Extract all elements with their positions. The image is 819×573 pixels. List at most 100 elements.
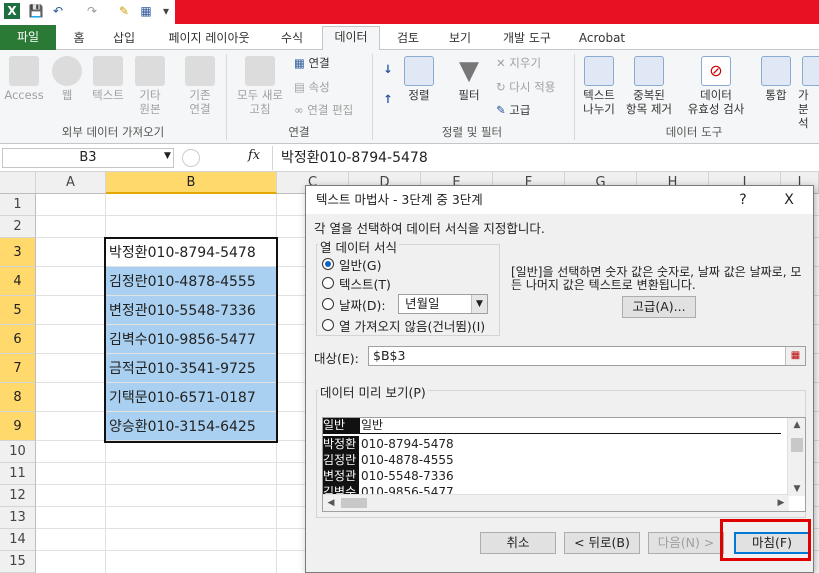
scroll-up-icon[interactable]: ▲ [789, 420, 805, 430]
text-import-button[interactable]: 텍스트 [88, 56, 128, 102]
filter-button[interactable]: ▼ 필터 [450, 56, 488, 102]
destination-input[interactable]: $B$3 ▦ [368, 346, 806, 366]
remove-duplicates-button[interactable]: 중복된 항목 제거 [622, 56, 676, 116]
row-header[interactable]: 1 [0, 194, 36, 216]
cancel-button[interactable]: 취소 [480, 532, 556, 554]
reapply-button[interactable]: ↻ 다시 적용 [496, 80, 555, 94]
range-picker-icon[interactable]: ▦ [785, 347, 805, 365]
properties-button[interactable]: ▤ 속성 [294, 80, 330, 94]
row-header[interactable]: 13 [0, 507, 36, 529]
radio-date-dot[interactable] [322, 298, 334, 310]
tab-review[interactable]: 검토 [388, 28, 428, 50]
row-header[interactable]: 2 [0, 216, 36, 238]
tab-page-layout[interactable]: 페이지 레이아웃 [154, 28, 264, 50]
row-header[interactable]: 10 [0, 441, 36, 463]
preview-column-header[interactable]: 일반 [361, 418, 383, 433]
sort-button[interactable]: 정렬 [402, 56, 436, 102]
tab-acrobat[interactable]: Acrobat [574, 28, 630, 50]
radio-skip[interactable]: 열 가져오지 않음(건너뜀)(I) [322, 316, 485, 334]
preview-column-header[interactable]: 일반 [323, 418, 359, 433]
sort-za-icon[interactable]: ↑ [378, 92, 398, 106]
cell-b3[interactable]: 박정환010-8794-5478 [106, 238, 277, 266]
insert-function-icon[interactable]: fx [248, 148, 260, 163]
text-file-icon [93, 56, 123, 86]
scroll-thumb[interactable] [341, 498, 367, 508]
sort-az-icon[interactable]: ↓ [378, 62, 398, 76]
tab-developer[interactable]: 개발 도구 [494, 28, 560, 50]
existing-connections-button[interactable]: 기존 연결 [182, 56, 218, 116]
clear-button[interactable]: ✕ 지우기 [496, 56, 541, 70]
collapse-icon[interactable] [182, 149, 200, 167]
web-button[interactable]: 웹 [50, 56, 84, 102]
name-box[interactable]: B3 [2, 148, 174, 168]
access-button[interactable]: Access [4, 56, 44, 102]
tab-insert[interactable]: 삽입 [104, 28, 144, 50]
radio-general[interactable]: 일반(G) [322, 255, 381, 273]
formula-input[interactable]: 박정환010-8794-5478 [272, 146, 819, 170]
tab-file[interactable]: 파일 [0, 25, 56, 50]
advanced-button[interactable]: 고급(A)... [622, 296, 696, 318]
data-preview[interactable]: 일반 일반 박정환 010-8794-5478 김정란 010-4878-455… [322, 417, 806, 512]
help-icon[interactable]: ? [733, 190, 753, 210]
radio-general-dot[interactable] [322, 258, 334, 270]
scroll-right-icon[interactable]: ▶ [773, 498, 789, 508]
remove-duplicates-label2: 항목 제거 [626, 102, 672, 116]
what-if-button[interactable]: 가 분석 [798, 56, 819, 130]
row-header[interactable]: 8 [0, 383, 36, 412]
cell-b8[interactable]: 기택문010-6571-0187 [106, 383, 277, 411]
tab-formulas[interactable]: 수식 [272, 28, 312, 50]
row-header[interactable]: 5 [0, 296, 36, 325]
radio-skip-dot[interactable] [322, 319, 334, 331]
row-header[interactable]: 4 [0, 267, 36, 296]
row-header[interactable]: 6 [0, 325, 36, 354]
consolidate-button[interactable]: 통합 [758, 56, 794, 102]
connections-button[interactable]: ▦ 연결 [294, 56, 330, 70]
redo-icon[interactable]: ↷ [84, 3, 100, 19]
radio-date[interactable]: 날짜(D): [322, 295, 386, 313]
format-painter-icon[interactable]: ✎ [116, 3, 132, 19]
cell-b9[interactable]: 양승환010-3154-6425 [106, 412, 277, 440]
column-header-a[interactable]: A [36, 172, 106, 194]
cell-b7[interactable]: 금적군010-3541-9725 [106, 354, 277, 382]
tab-view[interactable]: 보기 [440, 28, 480, 50]
name-box-dropdown-icon[interactable]: ▼ [164, 151, 171, 161]
select-all-corner[interactable] [0, 172, 36, 194]
save-icon[interactable]: 💾 [28, 3, 44, 19]
form-icon[interactable]: ▦ [138, 3, 154, 19]
row-header[interactable]: 7 [0, 354, 36, 383]
scroll-down-icon[interactable]: ▼ [789, 484, 805, 494]
row-header[interactable]: 3 [0, 238, 36, 267]
row-header[interactable]: 15 [0, 551, 36, 573]
cell-b4[interactable]: 김정란010-4878-4555 [106, 267, 277, 295]
chevron-down-icon[interactable]: ▼ [471, 295, 487, 313]
row-header[interactable]: 14 [0, 529, 36, 551]
finish-button[interactable]: 마침(F) [734, 532, 810, 554]
row-header[interactable]: 9 [0, 412, 36, 441]
cell-b5[interactable]: 변정관010-5548-7336 [106, 296, 277, 324]
preview-horizontal-scrollbar[interactable]: ◀ ▶ [323, 494, 789, 511]
edit-links-button[interactable]: ∞ 연결 편집 [294, 103, 353, 117]
close-icon[interactable]: X [779, 190, 799, 210]
undo-icon[interactable]: ↶ [50, 3, 66, 19]
cell-b6[interactable]: 김벽수010-9856-5477 [106, 325, 277, 353]
data-validation-button[interactable]: ⊘ 데이터 유효성 검사 [680, 56, 752, 116]
other-sources-button[interactable]: 기타 원본 [132, 56, 168, 116]
customize-qa-icon[interactable]: ▾ [158, 3, 174, 19]
text-to-columns-button[interactable]: 텍스트 나누기 [578, 56, 620, 116]
next-button[interactable]: 다음(N) > [648, 532, 724, 554]
radio-text[interactable]: 텍스트(T) [322, 274, 391, 292]
tab-data[interactable]: 데이터 [322, 26, 380, 51]
radio-text-dot[interactable] [322, 277, 334, 289]
scroll-left-icon[interactable]: ◀ [323, 498, 339, 508]
advanced-filter-button[interactable]: ✎ 고급 [496, 103, 530, 117]
group-label-sort-filter: 정렬 및 필터 [441, 125, 503, 139]
tab-home[interactable]: 홈 [64, 28, 94, 50]
back-button[interactable]: < 뒤로(B) [564, 532, 640, 554]
scroll-thumb[interactable] [791, 438, 803, 452]
row-header[interactable]: 11 [0, 463, 36, 485]
date-format-select[interactable]: 년월일 ▼ [398, 294, 488, 314]
row-header[interactable]: 12 [0, 485, 36, 507]
column-header-b[interactable]: B [106, 172, 277, 194]
refresh-all-button[interactable]: 모두 새로 고침 [232, 56, 288, 116]
preview-vertical-scrollbar[interactable]: ▲ ▼ [787, 418, 805, 496]
